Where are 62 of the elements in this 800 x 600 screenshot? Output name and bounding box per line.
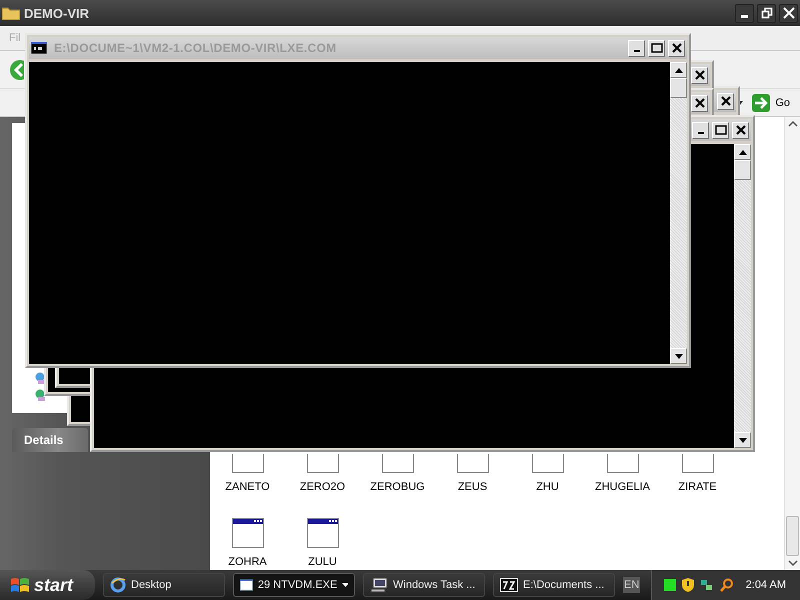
window-icon <box>240 578 253 592</box>
file-name[interactable]: ZULU <box>308 556 337 568</box>
square-icon[interactable] <box>664 579 676 591</box>
minimize-button[interactable] <box>735 4 754 22</box>
file-name[interactable]: ZEROBUG <box>370 481 425 493</box>
file-name[interactable]: ZHUGELIA <box>594 481 650 493</box>
application-window-icon[interactable] <box>306 518 338 548</box>
down-arrow-icon <box>738 438 746 442</box>
taskbar-button[interactable]: Desktop <box>103 573 225 597</box>
down-arrow-icon <box>674 354 682 358</box>
scrollbar[interactable] <box>734 144 751 448</box>
scroll-down-button[interactable] <box>734 432 751 448</box>
scroll-up-button[interactable] <box>734 144 751 160</box>
arrow-icon <box>752 94 770 112</box>
maximize-icon <box>650 43 662 53</box>
application-window-icon[interactable] <box>232 518 264 548</box>
file-name[interactable]: ZEUS <box>458 481 488 493</box>
browser-icon <box>110 577 126 593</box>
file-name[interactable]: ZHU <box>536 481 559 493</box>
maximize-button[interactable] <box>648 40 665 56</box>
scrollbar[interactable] <box>784 117 800 570</box>
console-icon <box>31 42 47 54</box>
close-icon <box>672 43 682 53</box>
scrollbar-thumb[interactable] <box>786 516 799 556</box>
computer-icon <box>370 577 388 593</box>
caret-icon <box>342 583 348 587</box>
file-name[interactable]: ZANETO <box>225 481 270 493</box>
up-arrow-icon <box>738 150 746 154</box>
minimize-icon <box>741 15 748 18</box>
maximize-button[interactable] <box>712 122 729 138</box>
close-icon <box>694 98 704 108</box>
close-icon <box>736 125 746 135</box>
folder-icon <box>2 6 20 20</box>
close-icon <box>694 70 704 80</box>
search-icon[interactable] <box>720 578 734 592</box>
up-arrow-icon <box>674 68 682 72</box>
taskbar-button[interactable]: E:\Documents ... <box>493 573 615 597</box>
file-name[interactable]: ZIRATE <box>678 481 717 493</box>
scroll-up-button[interactable] <box>670 62 687 78</box>
go-button[interactable]: Go <box>750 94 792 112</box>
network-icon[interactable] <box>700 578 714 592</box>
maximize-icon <box>714 125 726 135</box>
archive-icon <box>500 578 518 592</box>
taskbar-button[interactable]: Windows Task ... <box>363 573 485 597</box>
scrollbar[interactable] <box>670 62 687 364</box>
file-name[interactable]: ZOHRA <box>228 556 267 568</box>
taskbar-button[interactable]: 29 NTVDM.EXE <box>233 573 355 597</box>
details-header[interactable]: Details <box>12 428 88 452</box>
file-name[interactable]: ZERO2O <box>300 481 346 493</box>
restore-icon <box>760 7 772 19</box>
window-title: DEMO-VIR <box>24 6 89 20</box>
shield-icon[interactable] <box>682 578 694 592</box>
scroll-down-button[interactable] <box>670 348 687 364</box>
language-indicator[interactable]: EN <box>623 577 640 593</box>
close-icon <box>720 96 730 106</box>
clock: 2:04 AM <box>746 579 786 591</box>
start-button[interactable]: start <box>0 570 95 600</box>
restore-button[interactable] <box>757 4 776 22</box>
windows-flag-icon <box>10 576 30 594</box>
close-button[interactable] <box>779 4 798 22</box>
close-icon <box>782 7 794 19</box>
network-icon <box>34 389 48 401</box>
